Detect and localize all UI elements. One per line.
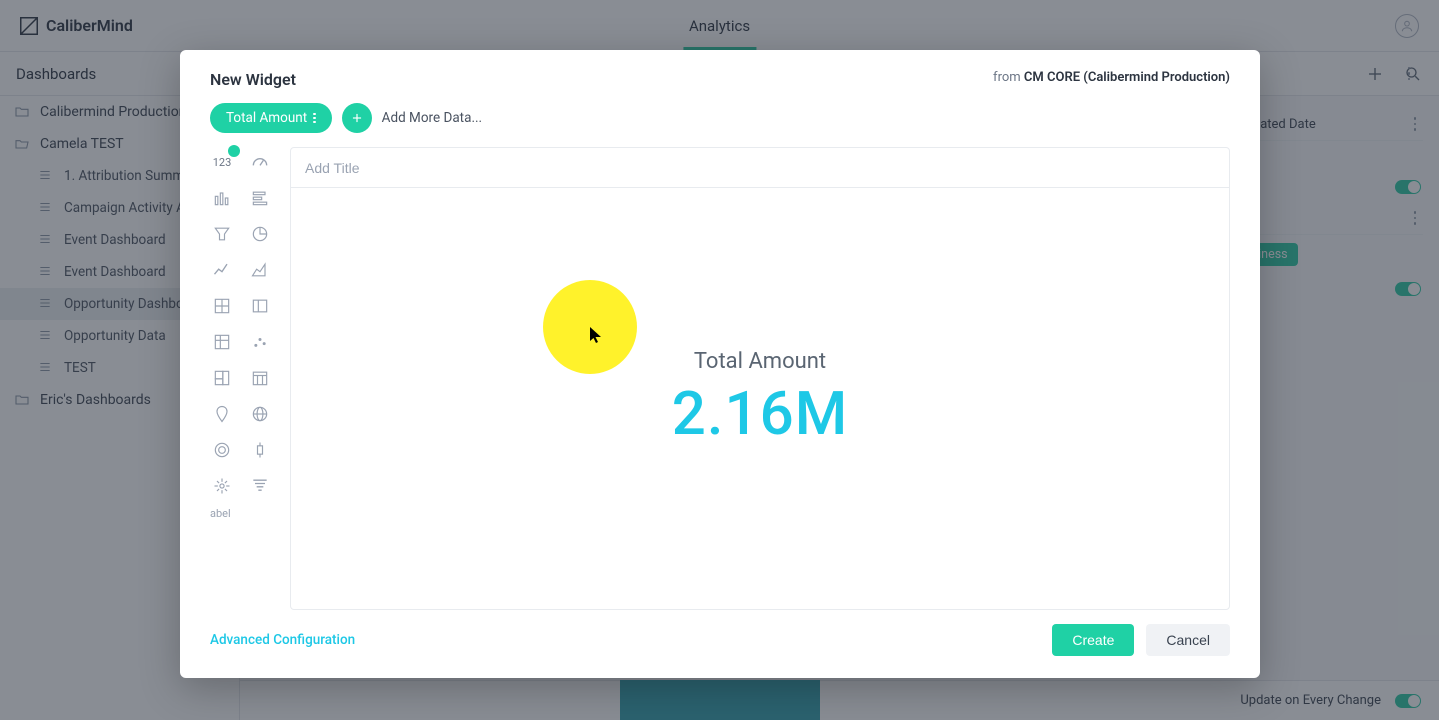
new-widget-modal: New Widget from CM CORE (Calibermind Pro… (180, 50, 1260, 678)
chart-type-globe-icon[interactable] (248, 403, 272, 425)
modal-title: New Widget (210, 70, 296, 89)
indicator-label: Total Amount (672, 349, 848, 374)
indicator-value: 2.16M (672, 378, 848, 449)
chart-type-palette: 123 (210, 147, 274, 610)
chart-type-grid-icon[interactable] (210, 295, 234, 317)
chart-type-treemap-icon[interactable] (210, 367, 234, 389)
from-label: from (993, 70, 1021, 85)
chart-type-pivot-icon[interactable] (210, 331, 234, 353)
cursor-icon (589, 326, 603, 344)
pill-label: Total Amount (226, 110, 307, 126)
modal-source: from CM CORE (Calibermind Production) (993, 70, 1230, 85)
chart-type-table-icon[interactable] (248, 295, 272, 317)
widget-preview: Total Amount 2.16M (291, 188, 1229, 609)
data-pill[interactable]: Total Amount (210, 103, 332, 133)
chart-type-area-icon[interactable] (248, 259, 272, 281)
indicator-widget: Total Amount 2.16M (672, 349, 848, 449)
chart-type-line-icon[interactable] (210, 259, 234, 281)
chart-type-map-icon[interactable] (210, 403, 234, 425)
chart-type-bar-icon[interactable] (248, 187, 272, 209)
chart-type-scatter-icon[interactable] (248, 331, 272, 353)
palette-bottom-label: abel (210, 507, 274, 520)
pill-menu-icon[interactable] (313, 113, 316, 124)
chart-type-indicator-icon[interactable]: 123 (210, 151, 234, 173)
advanced-config-link[interactable]: Advanced Configuration (210, 632, 355, 648)
chart-type-box-icon[interactable] (248, 439, 272, 461)
widget-canvas: Total Amount 2.16M (290, 147, 1230, 610)
chart-type-column-icon[interactable] (210, 187, 234, 209)
cancel-button[interactable]: Cancel (1146, 624, 1230, 656)
chart-type-funnel-icon[interactable] (210, 223, 234, 245)
chart-type-pie-icon[interactable] (248, 223, 272, 245)
chart-type-polar-icon[interactable] (210, 439, 234, 461)
chart-type-gauge-icon[interactable] (248, 151, 272, 173)
source-name: CM CORE (Calibermind Production) (1024, 70, 1230, 85)
widget-title-input[interactable] (305, 160, 1215, 176)
chart-type-tornado-icon[interactable] (248, 475, 272, 497)
chart-type-calendar-icon[interactable] (248, 367, 272, 389)
add-data-button[interactable] (342, 103, 372, 133)
create-button[interactable]: Create (1052, 624, 1134, 656)
add-more-label[interactable]: Add More Data... (382, 110, 482, 126)
chart-type-sunburst-icon[interactable] (210, 475, 234, 497)
